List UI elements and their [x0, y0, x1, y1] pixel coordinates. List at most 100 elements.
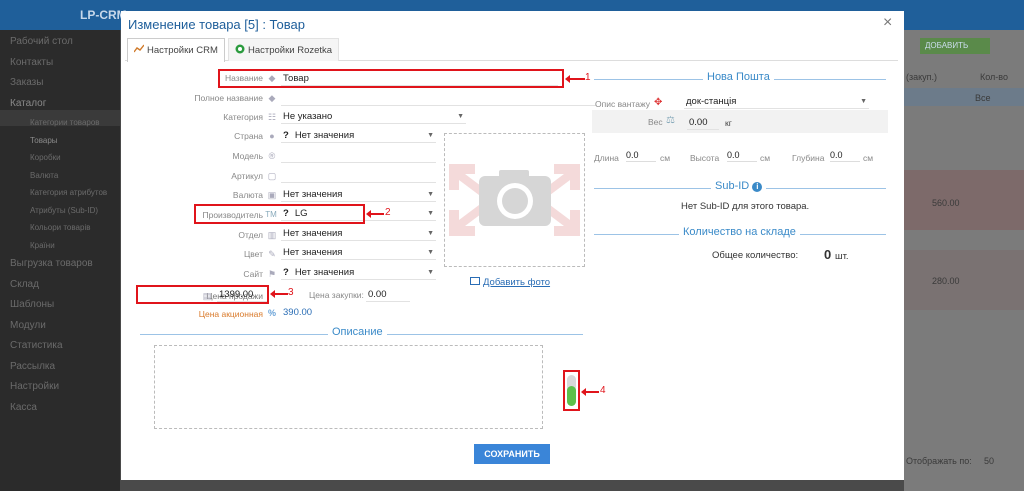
chevron-down-icon: ▼ — [427, 269, 434, 276]
hierarchy-icon: ☷ — [267, 112, 277, 122]
article-input[interactable] — [281, 169, 436, 183]
app-brand: LP-CRM — [80, 8, 127, 22]
sidebar-item[interactable]: Шаблоны — [10, 299, 54, 310]
sidebar-item[interactable]: Заказы — [10, 77, 43, 88]
annotation-arrow — [581, 388, 599, 396]
sidebar-item[interactable]: Атрибуты (Sub-ID) — [30, 206, 98, 215]
camera-placeholder-icon — [449, 164, 580, 236]
flag-icon: ⚑ — [267, 269, 277, 279]
save-button[interactable]: СОХРАНИТЬ — [474, 444, 550, 464]
weight-row — [592, 110, 888, 133]
registered-icon: ® — [268, 151, 276, 161]
col-qty-header: Кол-во — [980, 72, 1008, 82]
note-icon: ▢ — [267, 171, 277, 181]
country-label: Страна — [234, 131, 263, 141]
fullname-input[interactable] — [281, 92, 596, 106]
pencil-icon: ✎ — [268, 249, 276, 259]
annotation-arrow — [270, 290, 288, 298]
height-input[interactable]: 0.0 — [727, 150, 757, 162]
sidebar-item[interactable]: Рассылка — [10, 361, 55, 372]
pagination-label: Отображать по: — [906, 456, 972, 466]
currency-select[interactable]: Нет значения ▼ — [281, 188, 436, 202]
scales-icon: ⚖ — [666, 115, 675, 126]
department-select[interactable]: Нет значения ▼ — [281, 227, 436, 241]
tab-crm-settings[interactable]: Настройки CRM — [127, 38, 225, 62]
annotation-number: 2 — [385, 207, 391, 218]
annotation-box-4 — [563, 370, 580, 411]
photo-dropzone[interactable] — [444, 133, 585, 267]
category-select[interactable]: Не указано ▼ — [281, 110, 466, 124]
tab-rozetka-settings[interactable]: Настройки Rozetka — [228, 38, 340, 61]
table-header — [904, 88, 1024, 106]
stock-unit: шт. — [835, 251, 849, 262]
article-label: Артикул — [231, 171, 263, 181]
sidebar-item[interactable]: Товары — [30, 136, 58, 145]
department-value: Нет значения — [283, 228, 343, 239]
sidebar-item[interactable]: Країни — [30, 241, 55, 250]
add-product-button[interactable]: ДОБАВИТЬ — [920, 38, 990, 54]
department-label: Отдел — [238, 230, 263, 240]
image-icon — [470, 277, 480, 285]
chevron-down-icon: ▼ — [457, 113, 464, 120]
close-icon[interactable]: × — [883, 14, 892, 32]
promo-price-input[interactable]: 390.00 — [281, 306, 321, 320]
site-select[interactable]: ? Нет значения ▼ — [281, 266, 436, 280]
height-label: Высота — [690, 153, 720, 163]
building-icon: ▥ — [267, 230, 277, 240]
sidebar-item[interactable]: Категории товаров — [30, 118, 100, 127]
country-select[interactable]: ? Нет значения ▼ — [281, 129, 436, 143]
color-select[interactable]: Нет значения ▼ — [281, 246, 436, 260]
info-icon: i — [752, 182, 763, 192]
chart-icon — [134, 44, 144, 53]
sidebar-item[interactable]: Статистика — [10, 340, 63, 351]
question-icon: ? — [283, 130, 289, 141]
cargo-select[interactable]: док-станція ▼ — [684, 95, 869, 109]
annotation-box-1 — [218, 69, 564, 88]
annotation-arrow — [565, 75, 585, 83]
sidebar-item[interactable]: Выгрузка товаров — [10, 258, 93, 269]
question-icon: ? — [283, 267, 289, 278]
table-row — [904, 250, 1024, 310]
purchase-price-input[interactable]: 0.00 — [366, 288, 410, 302]
sidebar-item[interactable]: Каталог — [10, 98, 46, 109]
money-icon: ▣ — [267, 190, 277, 200]
sidebar-item[interactable]: Рабочий стол — [10, 36, 73, 47]
toggle-switch[interactable] — [567, 375, 576, 406]
chevron-down-icon: ▼ — [427, 132, 434, 139]
chevron-down-icon: ▼ — [427, 210, 434, 217]
currency-label: Валюта — [232, 190, 263, 200]
sidebar-item[interactable]: Коробки — [30, 153, 61, 162]
subid-empty-text: Нет Sub-ID для этого товара. — [681, 201, 810, 212]
sidebar-item[interactable]: Склад — [10, 279, 39, 290]
description-title: Описание — [328, 326, 387, 338]
add-photo-link[interactable]: Добавить фото — [470, 277, 550, 288]
col-purchase-header: (закуп.) — [906, 72, 938, 82]
annotation-box-3 — [136, 285, 269, 304]
sidebar-item[interactable]: Контакты — [10, 57, 53, 68]
table-row — [904, 170, 1024, 230]
sidebar-item[interactable]: Модули — [10, 320, 46, 331]
sidebar-item[interactable]: Настройки — [10, 381, 59, 392]
site-value: Нет значения — [294, 267, 355, 278]
toggle-fill — [567, 386, 576, 406]
sidebar-item[interactable]: Касса — [10, 402, 37, 413]
depth-input[interactable]: 0.0 — [830, 150, 860, 162]
category-label: Категория — [223, 112, 263, 122]
tab-label: Настройки Rozetka — [248, 45, 333, 56]
weight-input[interactable]: 0.00 — [687, 116, 719, 130]
per-page-select[interactable]: 50 — [984, 456, 994, 466]
length-input[interactable]: 0.0 — [626, 150, 656, 162]
annotation-arrow — [366, 210, 384, 218]
sidebar-item[interactable]: Валюта — [30, 171, 58, 180]
site-label: Сайт — [243, 269, 263, 279]
description-editor[interactable] — [154, 345, 543, 429]
cargo-value: док-станція — [686, 96, 737, 107]
tag-icon: ◆ — [268, 93, 276, 103]
sidebar-item[interactable]: Категория атрибутов — [30, 188, 107, 197]
modal-title: Изменение товара [5] : Товар — [128, 17, 305, 32]
model-input[interactable] — [281, 149, 436, 163]
sidebar-item[interactable]: Кольори товарів — [30, 223, 90, 232]
depth-unit: см — [863, 153, 874, 163]
cargo-label: Опис вантажу — [595, 99, 650, 109]
color-value: Нет значения — [283, 247, 343, 258]
